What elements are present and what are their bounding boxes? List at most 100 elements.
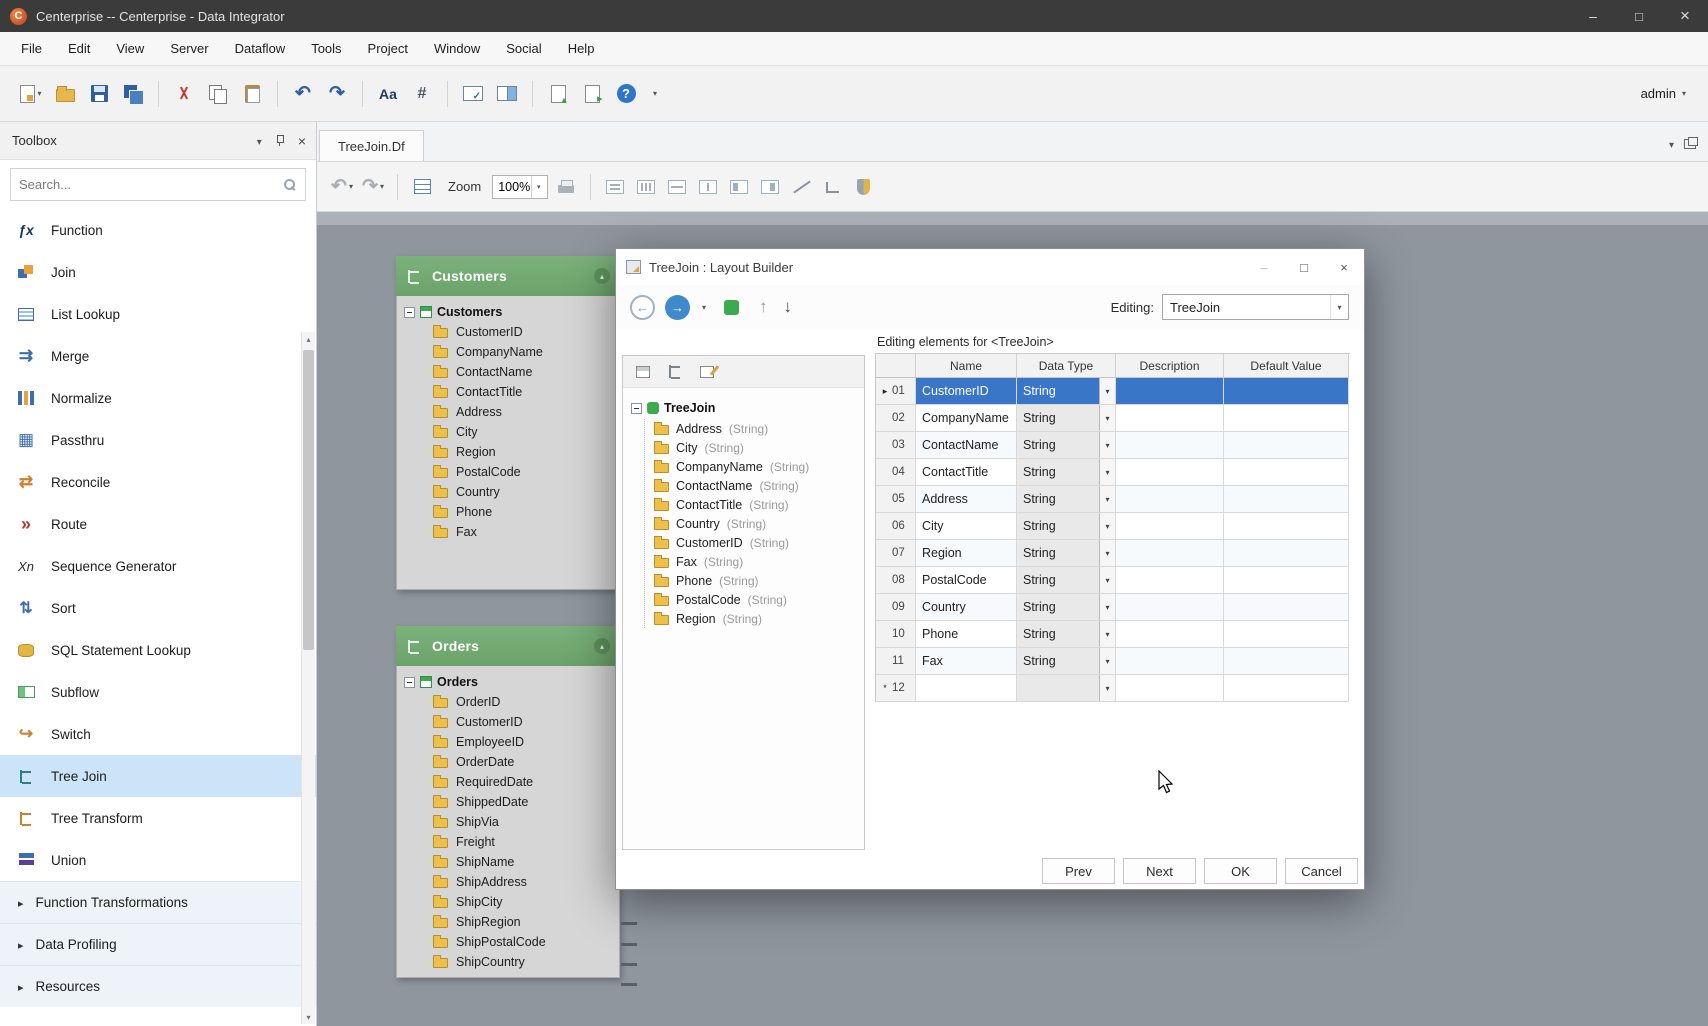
- field-row[interactable]: ContactTitle: [397, 382, 619, 402]
- redo-button[interactable]: [360, 172, 386, 202]
- toolbox-item-sort[interactable]: Sort: [0, 587, 316, 629]
- menu-view[interactable]: View: [103, 34, 157, 63]
- auto-layout-vertical-button[interactable]: [633, 172, 659, 202]
- cell-default-value[interactable]: [1224, 594, 1349, 621]
- cell-default-value[interactable]: [1224, 486, 1349, 513]
- column-header-default-value[interactable]: Default Value: [1224, 354, 1349, 378]
- menu-edit[interactable]: Edit: [55, 34, 103, 63]
- field-row[interactable]: Country: [397, 482, 619, 502]
- field-row[interactable]: ShipCity: [397, 892, 619, 912]
- find-button[interactable]: [407, 77, 437, 111]
- ok-button[interactable]: OK: [1204, 858, 1277, 884]
- user-menu[interactable]: admin: [1641, 86, 1686, 101]
- dropdown-icon[interactable]: [1099, 459, 1115, 485]
- window-position-icon[interactable]: [1684, 136, 1698, 149]
- font-button[interactable]: [373, 77, 403, 111]
- cell-data-type[interactable]: String: [1017, 459, 1116, 486]
- cell-description[interactable]: [1116, 432, 1224, 459]
- toolbox-item-merge[interactable]: Merge: [0, 335, 316, 377]
- import-dataflow-button[interactable]: [543, 77, 573, 111]
- cell-description[interactable]: [1116, 567, 1224, 594]
- cell-description[interactable]: [1116, 405, 1224, 432]
- copy-button[interactable]: [203, 77, 233, 111]
- collapse-all-button[interactable]: [757, 172, 783, 202]
- tree-item[interactable]: Phone (String): [654, 571, 858, 590]
- tree-item[interactable]: CustomerID (String): [654, 533, 858, 552]
- preview-button[interactable]: [458, 77, 488, 111]
- dialog-titlebar[interactable]: TreeJoin : Layout Builder – □ ×: [616, 249, 1364, 285]
- toolbox-item-join[interactable]: Join: [0, 251, 316, 293]
- cell-name[interactable]: PostalCode: [916, 567, 1017, 594]
- auto-layout-horizontal-button[interactable]: [602, 172, 628, 202]
- field-row[interactable]: CustomerID: [397, 712, 619, 732]
- cell-data-type[interactable]: String: [1017, 540, 1116, 567]
- field-row[interactable]: ShipAddress: [397, 872, 619, 892]
- field-row[interactable]: RequiredDate: [397, 772, 619, 792]
- cell-data-type[interactable]: String: [1017, 432, 1116, 459]
- cell-default-value[interactable]: [1224, 378, 1349, 405]
- tree-item[interactable]: Address (String): [654, 419, 858, 438]
- move-down-button[interactable]: [784, 297, 793, 317]
- field-row[interactable]: Fax: [397, 522, 619, 542]
- field-row[interactable]: Phone: [397, 502, 619, 522]
- cell-name[interactable]: City: [916, 513, 1017, 540]
- column-header-description[interactable]: Description: [1116, 354, 1224, 378]
- dropdown-icon[interactable]: [1099, 432, 1115, 458]
- node-orders[interactable]: Orders Orders OrderID CustomerID Employe…: [396, 626, 620, 978]
- cell-default-value[interactable]: [1224, 432, 1349, 459]
- tree-root-row[interactable]: TreeJoin: [631, 398, 858, 418]
- cell-data-type[interactable]: [1017, 675, 1116, 702]
- forward-button[interactable]: [665, 294, 690, 320]
- element-properties-button[interactable]: [631, 360, 655, 384]
- toolbox-item-reconcile[interactable]: Reconcile: [0, 461, 316, 503]
- cancel-button[interactable]: Cancel: [1285, 858, 1358, 884]
- column-header-name[interactable]: Name: [916, 354, 1017, 378]
- dropdown-icon[interactable]: [1099, 540, 1115, 566]
- field-row[interactable]: ShipRegion: [397, 912, 619, 932]
- undo-button[interactable]: [329, 172, 355, 202]
- grid-row[interactable]: 05 Address String: [876, 486, 1350, 513]
- toolbox-item-sequence-generator[interactable]: Sequence Generator: [0, 545, 316, 587]
- collapse-node-icon[interactable]: [594, 638, 610, 654]
- field-row[interactable]: ShipVia: [397, 812, 619, 832]
- print-button[interactable]: [553, 172, 579, 202]
- cell-default-value[interactable]: [1224, 540, 1349, 567]
- toolbox-scrollbar[interactable]: ▴ ▾: [301, 332, 315, 1024]
- toolbox-section-function-transformations[interactable]: Function Transformations: [0, 881, 316, 923]
- add-root-node-button[interactable]: [724, 299, 740, 315]
- dropdown-icon[interactable]: [1099, 378, 1115, 404]
- menu-social[interactable]: Social: [493, 34, 554, 63]
- orthogonal-link-button[interactable]: [819, 172, 845, 202]
- tree-root-row[interactable]: Orders: [397, 672, 619, 692]
- zoom-input[interactable]: [493, 179, 532, 194]
- tab-treejoin-df[interactable]: TreeJoin.Df: [319, 130, 424, 161]
- grid-row[interactable]: 07 Region String: [876, 540, 1350, 567]
- cell-name[interactable]: ContactName: [916, 432, 1017, 459]
- toolbox-dropdown-icon[interactable]: [257, 133, 262, 148]
- cell-name[interactable]: CustomerID: [916, 378, 1017, 405]
- tree-item[interactable]: ContactName (String): [654, 476, 858, 495]
- cell-description[interactable]: [1116, 621, 1224, 648]
- grid-row[interactable]: 10 Phone String: [876, 621, 1350, 648]
- field-row[interactable]: ShipPostalCode: [397, 932, 619, 952]
- cell-data-type[interactable]: String: [1017, 513, 1116, 540]
- editing-combo[interactable]: TreeJoin: [1162, 294, 1349, 320]
- field-row[interactable]: CompanyName: [397, 342, 619, 362]
- verify-dataflow-button[interactable]: [850, 172, 876, 202]
- cell-name[interactable]: Country: [916, 594, 1017, 621]
- close-button[interactable]: [1662, 0, 1708, 32]
- dropdown-icon[interactable]: [1099, 567, 1115, 593]
- menu-server[interactable]: Server: [157, 34, 221, 63]
- field-row[interactable]: EmployeeID: [397, 732, 619, 752]
- cell-default-value[interactable]: [1224, 459, 1349, 486]
- cell-description[interactable]: [1116, 594, 1224, 621]
- cell-description[interactable]: [1116, 486, 1224, 513]
- menu-window[interactable]: Window: [421, 34, 493, 63]
- menu-tools[interactable]: Tools: [298, 34, 354, 63]
- field-row[interactable]: OrderID: [397, 692, 619, 712]
- cell-data-type[interactable]: String: [1017, 486, 1116, 513]
- move-up-button[interactable]: [759, 297, 768, 317]
- cell-data-type[interactable]: String: [1017, 405, 1116, 432]
- field-row[interactable]: Region: [397, 442, 619, 462]
- layout-windows-button[interactable]: [492, 77, 522, 111]
